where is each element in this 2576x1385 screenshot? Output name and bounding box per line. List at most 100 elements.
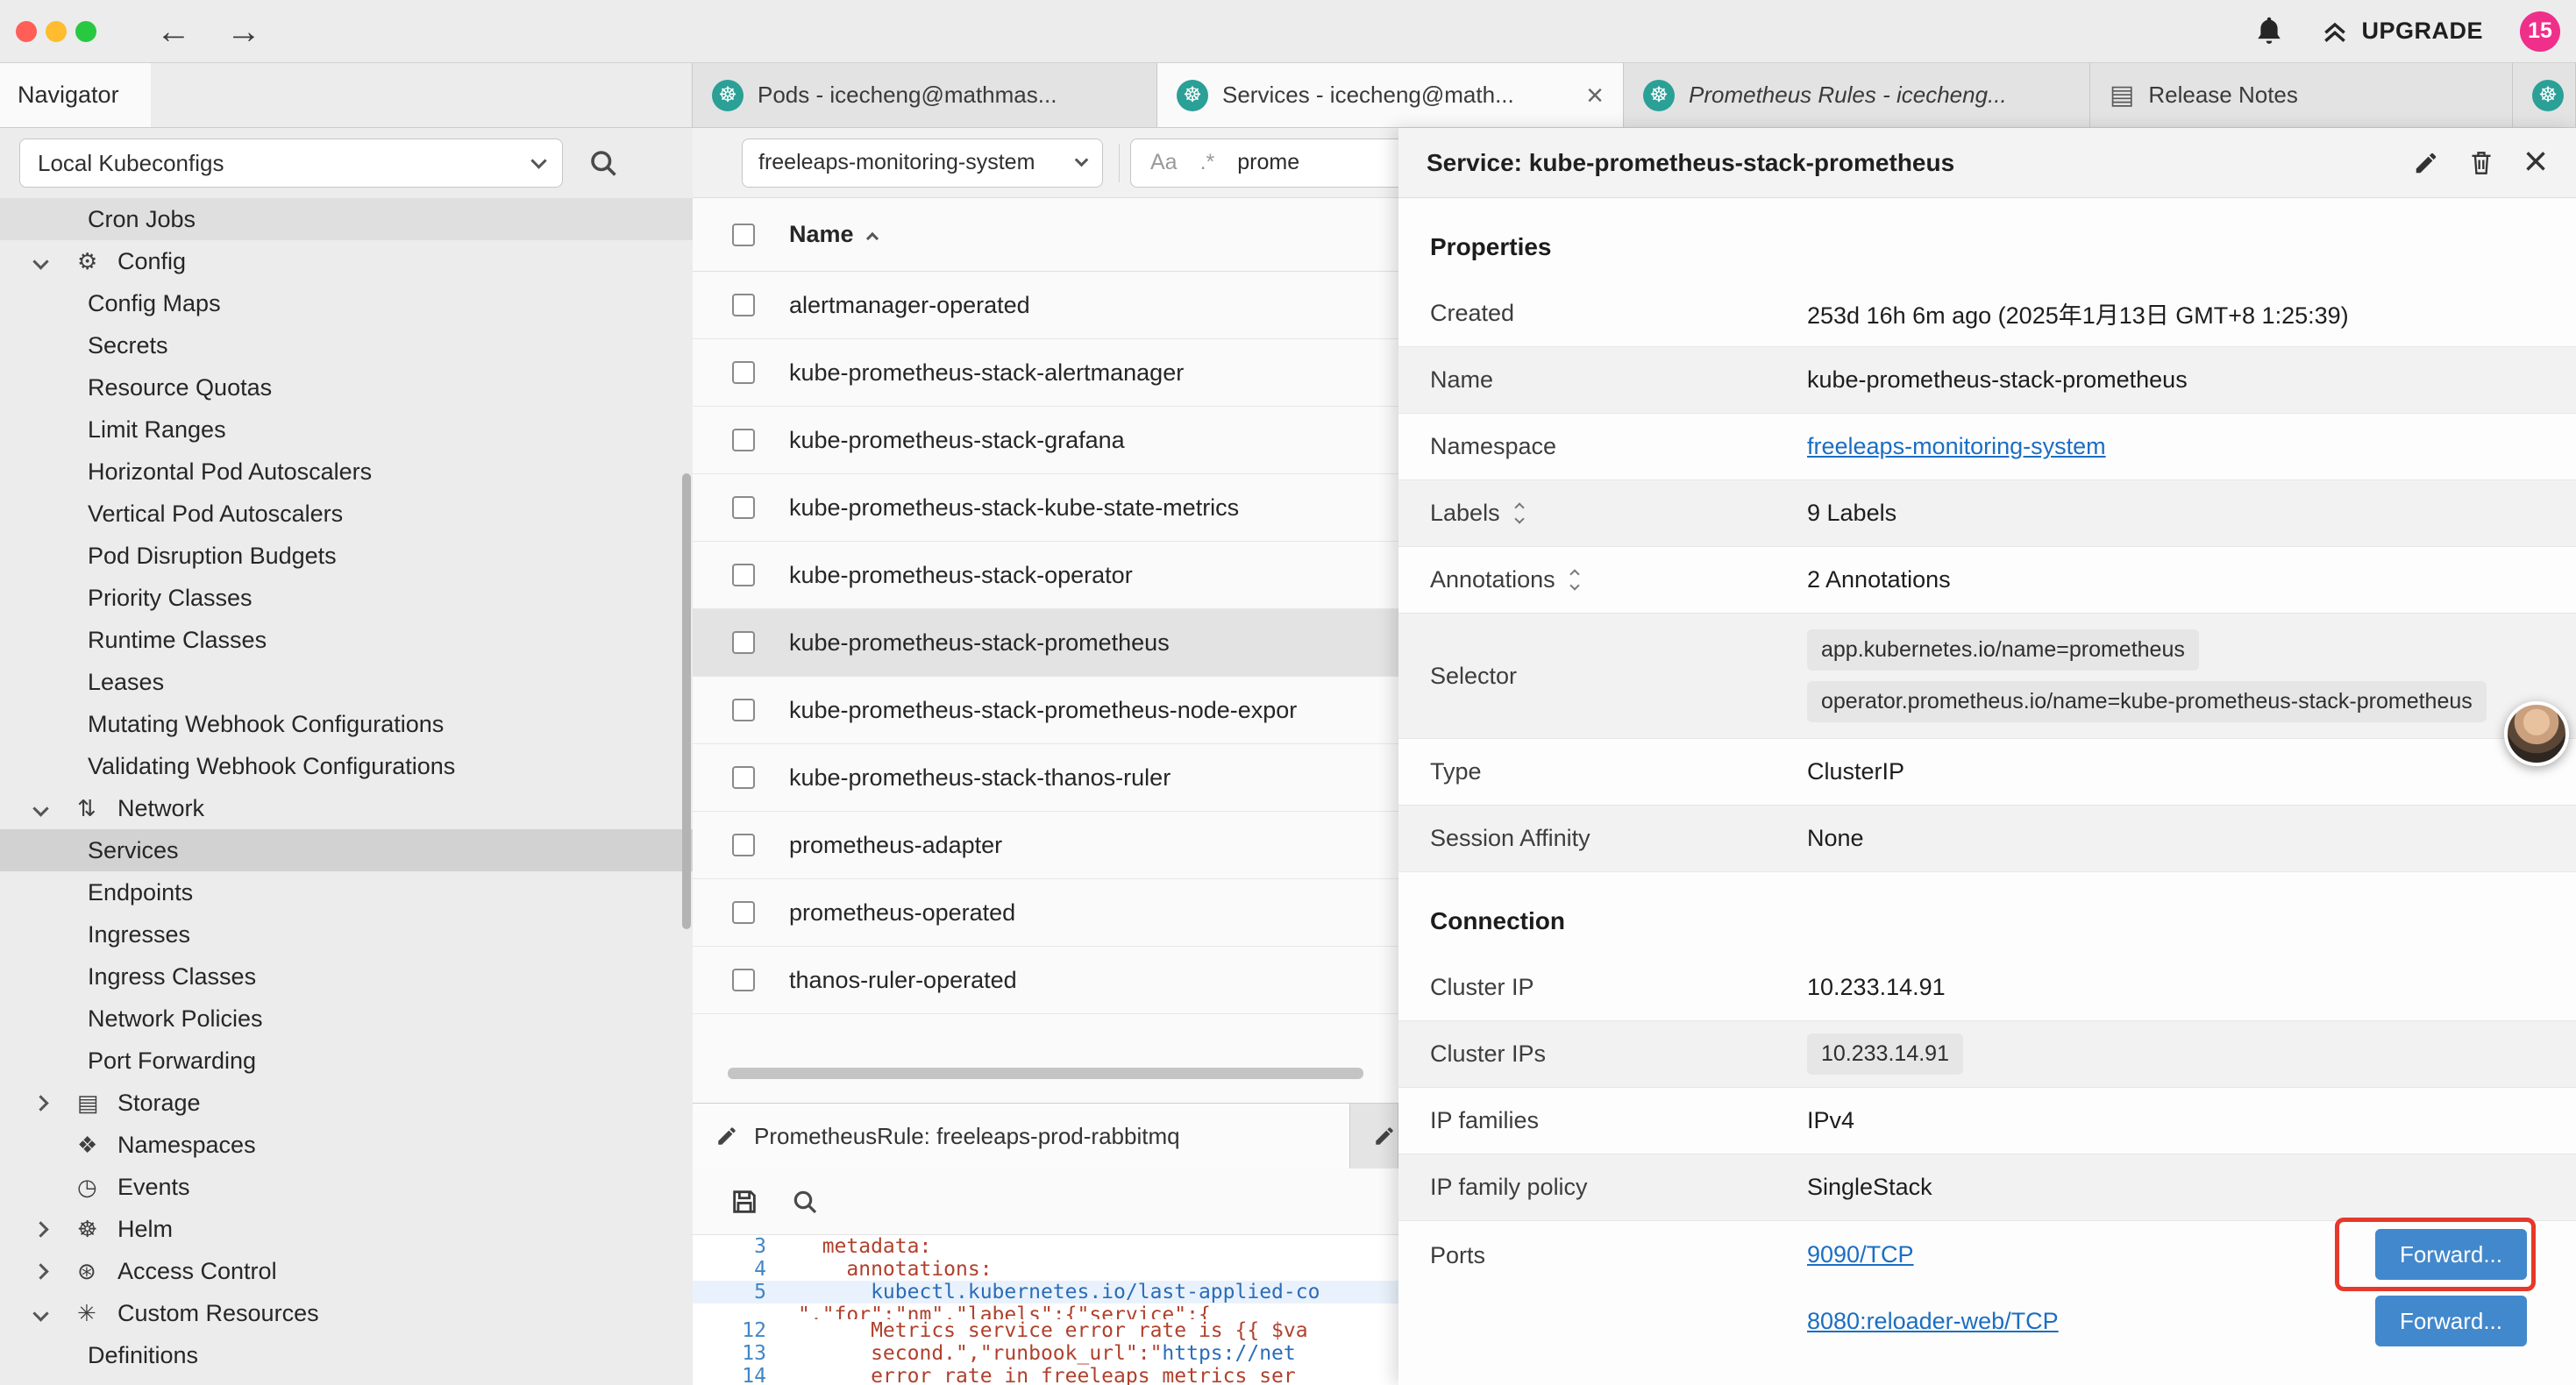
chevron-right-icon[interactable] [35, 1097, 77, 1109]
sidebar-item-definitions[interactable]: Definitions [0, 1334, 693, 1376]
table-row-kube-prometheus-stack-prometheus[interactable]: kube-prometheus-stack-prometheus [693, 609, 1398, 677]
chevron-right-icon[interactable] [35, 1224, 77, 1235]
maximize-window-button[interactable] [75, 21, 96, 42]
sidebar-item-priority-classes[interactable]: Priority Classes [0, 577, 693, 619]
chevron-down-icon[interactable] [35, 1308, 77, 1319]
close-drawer-icon[interactable]: × [2523, 146, 2548, 179]
tab-services-icecheng-math[interactable]: ☸Services - icecheng@math...× [1157, 63, 1624, 127]
sidebar-item-custom-resources[interactable]: ✳Custom Resources [0, 1292, 693, 1334]
chevron-down-icon[interactable] [35, 256, 77, 267]
sidebar-item-limit-ranges[interactable]: Limit Ranges [0, 408, 693, 451]
namespace-selector[interactable]: freeleaps-monitoring-system [742, 138, 1103, 188]
sidebar-scrollbar[interactable] [682, 473, 691, 929]
editor-line[interactable]: 5 kubectl.kubernetes.io/last-applied-co [693, 1281, 1398, 1303]
row-checkbox[interactable] [732, 766, 755, 789]
row-checkbox[interactable] [732, 361, 755, 384]
sidebar-item-leases[interactable]: Leases [0, 661, 693, 703]
row-checkbox[interactable] [732, 294, 755, 316]
row-checkbox[interactable] [732, 699, 755, 721]
user-avatar[interactable] [2504, 701, 2569, 766]
row-checkbox[interactable] [732, 631, 755, 654]
sidebar-item-port-forwarding[interactable]: Port Forwarding [0, 1040, 693, 1082]
search-filter-input[interactable]: Aa .* prome [1130, 138, 1398, 188]
sidebar-item-ingress-classes[interactable]: Ingress Classes [0, 955, 693, 998]
editor-line[interactable]: 4 annotations: [693, 1258, 1398, 1281]
table-row-prometheus-operated[interactable]: prometheus-operated [693, 879, 1398, 947]
table-row-kube-prometheus-stack-thanos-ruler[interactable]: kube-prometheus-stack-thanos-ruler [693, 744, 1398, 812]
sidebar-item-events[interactable]: ◷Events [0, 1166, 693, 1208]
editor-tab-partial[interactable] [1350, 1104, 1398, 1168]
sidebar-item-horizontal-pod-autoscalers[interactable]: Horizontal Pod Autoscalers [0, 451, 693, 493]
editor-tab-prometheusrule[interactable]: PrometheusRule: freeleaps-prod-rabbitmq [693, 1104, 1350, 1168]
back-button[interactable]: ← [156, 14, 191, 49]
horizontal-scrollbar[interactable] [728, 1068, 1363, 1079]
select-all-checkbox[interactable] [732, 224, 755, 246]
kubeconfig-selector[interactable]: Local Kubeconfigs [19, 138, 563, 188]
table-row-prometheus-adapter[interactable]: prometheus-adapter [693, 812, 1398, 879]
sidebar-item-ingresses[interactable]: Ingresses [0, 913, 693, 955]
row-checkbox[interactable] [732, 901, 755, 924]
sidebar-item-services[interactable]: Services [0, 829, 693, 871]
sidebar-item-storage[interactable]: ▤Storage [0, 1082, 693, 1124]
sidebar-search-icon[interactable] [587, 147, 619, 179]
sidebar-item-endpoints[interactable]: Endpoints [0, 871, 693, 913]
tab-argo-se[interactable]: ☸Argo Se [2513, 63, 2576, 127]
port-link[interactable]: 8080:reloader-web/TCP [1807, 1308, 2059, 1335]
regex-toggle[interactable]: .* [1200, 150, 1215, 175]
edit-pencil-icon[interactable] [2413, 150, 2439, 176]
sidebar-item-cron-jobs[interactable]: Cron Jobs [0, 198, 693, 240]
tab-pods-icecheng-mathmas[interactable]: ☸Pods - icecheng@mathmas... [693, 63, 1157, 127]
sidebar-item-pod-disruption-budgets[interactable]: Pod Disruption Budgets [0, 535, 693, 577]
sidebar-item-config-maps[interactable]: Config Maps [0, 282, 693, 324]
chevron-right-icon[interactable] [35, 1266, 77, 1277]
row-checkbox[interactable] [732, 496, 755, 519]
sidebar-item-network-policies[interactable]: Network Policies [0, 998, 693, 1040]
row-checkbox[interactable] [732, 834, 755, 856]
save-icon[interactable] [729, 1187, 759, 1217]
notification-count-badge[interactable]: 15 [2520, 11, 2560, 52]
tab-release-notes[interactable]: ▤Release Notes [2090, 63, 2513, 127]
sidebar-item-validating-webhook-configurations[interactable]: Validating Webhook Configurations [0, 745, 693, 787]
notifications-bell-icon[interactable] [2254, 15, 2284, 48]
editor-line[interactable]: 14 error rate in freeleaps metrics ser [693, 1365, 1398, 1385]
table-row-kube-prometheus-stack-alertmanager[interactable]: kube-prometheus-stack-alertmanager [693, 339, 1398, 407]
sidebar-item-runtime-classes[interactable]: Runtime Classes [0, 619, 693, 661]
sidebar-item-helm[interactable]: ☸Helm [0, 1208, 693, 1250]
yaml-editor[interactable]: 3 metadata:4 annotations:5 kubectl.kuber… [693, 1235, 1398, 1385]
forward-button[interactable]: Forward... [2375, 1229, 2527, 1280]
table-row-kube-prometheus-stack-prometheus-node-expor[interactable]: kube-prometheus-stack-prometheus-node-ex… [693, 677, 1398, 744]
close-window-button[interactable] [16, 21, 37, 42]
sidebar-item-config[interactable]: ⚙Config [0, 240, 693, 282]
upgrade-button[interactable]: UPGRADE [2321, 18, 2483, 46]
match-case-toggle[interactable]: Aa [1150, 150, 1178, 175]
sidebar-item-namespaces[interactable]: ❖Namespaces [0, 1124, 693, 1166]
forward-button[interactable]: → [226, 14, 261, 49]
tab-prometheus-rules-icecheng[interactable]: ☸Prometheus Rules - icecheng... [1624, 63, 2090, 127]
table-row-alertmanager-operated[interactable]: alertmanager-operated [693, 272, 1398, 339]
editor-line[interactable]: 13 second.","runbook_url":"https://net [693, 1342, 1398, 1365]
namespace-link[interactable]: freeleaps-monitoring-system [1807, 433, 2106, 459]
editor-search-icon[interactable] [791, 1188, 819, 1216]
forward-button[interactable]: Forward... [2375, 1296, 2527, 1346]
editor-line[interactable]: ","for":"nm","labels":{"service":{ [693, 1303, 1398, 1319]
sidebar-item-access-control[interactable]: ⊛Access Control [0, 1250, 693, 1292]
sort-toggle-icon[interactable] [1571, 571, 1578, 589]
row-checkbox[interactable] [732, 969, 755, 991]
delete-trash-icon[interactable] [2469, 149, 2494, 177]
row-checkbox[interactable] [732, 429, 755, 451]
sort-toggle-icon[interactable] [1516, 504, 1523, 522]
port-link[interactable]: 9090/TCP [1807, 1241, 1914, 1268]
sidebar-item-vertical-pod-autoscalers[interactable]: Vertical Pod Autoscalers [0, 493, 693, 535]
chevron-down-icon[interactable] [35, 803, 77, 814]
sidebar-item-network[interactable]: ⇅Network [0, 787, 693, 829]
table-row-kube-prometheus-stack-kube-state-metrics[interactable]: kube-prometheus-stack-kube-state-metrics [693, 474, 1398, 542]
editor-line[interactable]: 3 metadata: [693, 1235, 1398, 1258]
row-checkbox[interactable] [732, 564, 755, 586]
table-row-thanos-ruler-operated[interactable]: thanos-ruler-operated [693, 947, 1398, 1014]
minimize-window-button[interactable] [46, 21, 67, 42]
name-column-header[interactable]: Name [789, 221, 877, 248]
table-row-kube-prometheus-stack-grafana[interactable]: kube-prometheus-stack-grafana [693, 407, 1398, 474]
close-tab-icon[interactable]: × [1586, 81, 1604, 110]
sidebar-item-resource-quotas[interactable]: Resource Quotas [0, 366, 693, 408]
sidebar-item-mutating-webhook-configurations[interactable]: Mutating Webhook Configurations [0, 703, 693, 745]
